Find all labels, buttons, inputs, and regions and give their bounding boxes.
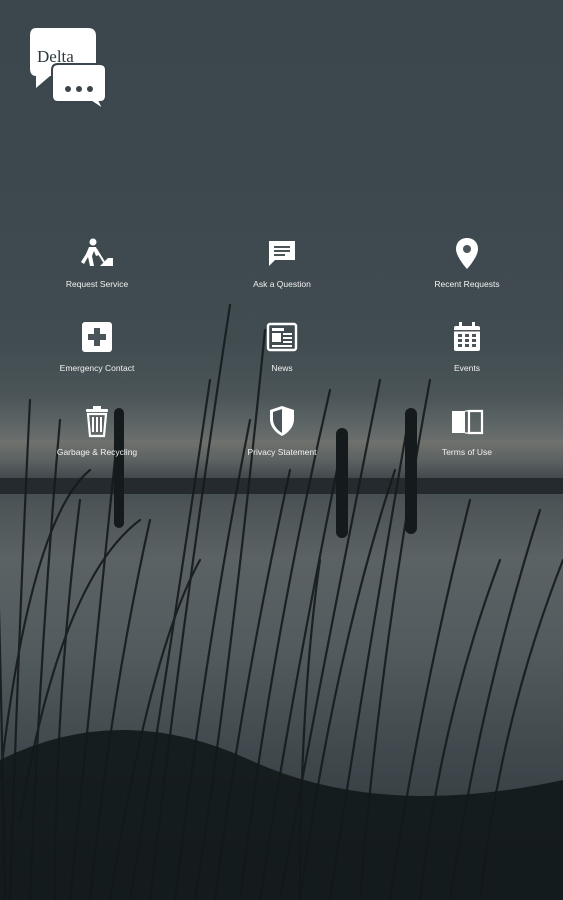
ask-question-button[interactable]: Ask a Question — [202, 236, 362, 289]
events-button[interactable]: Events — [387, 320, 547, 373]
emergency-contact-label: Emergency Contact — [59, 363, 135, 373]
request-service-button[interactable]: Request Service — [17, 236, 177, 289]
terms-of-use-label: Terms of Use — [441, 447, 493, 457]
worker-icon — [81, 238, 113, 266]
garbage-recycling-label: Garbage & Recycling — [56, 447, 138, 457]
events-label: Events — [454, 363, 480, 373]
trash-icon — [86, 406, 108, 438]
first-aid-icon — [82, 322, 112, 352]
garbage-recycling-button[interactable]: Garbage & Recycling — [17, 404, 177, 457]
chat-icon — [269, 241, 295, 266]
terms-of-use-button[interactable]: Terms of Use — [387, 404, 547, 457]
delta-logo: Delta — [30, 28, 107, 110]
news-button[interactable]: News — [202, 320, 362, 373]
newspaper-icon — [266, 322, 298, 352]
ask-question-label: Ask a Question — [253, 279, 311, 289]
location-pin-icon — [456, 238, 478, 269]
privacy-statement-button[interactable]: Privacy Statement — [202, 404, 362, 457]
book-icon — [452, 409, 484, 435]
privacy-statement-label: Privacy Statement — [247, 447, 317, 457]
calendar-icon — [454, 322, 480, 351]
news-label: News — [271, 363, 293, 373]
emergency-contact-button[interactable]: Emergency Contact — [17, 320, 177, 373]
shield-icon — [270, 406, 294, 436]
logo-text: Delta — [37, 47, 74, 66]
recent-requests-label: Recent Requests — [434, 279, 500, 289]
request-service-label: Request Service — [65, 279, 129, 289]
recent-requests-button[interactable]: Recent Requests — [387, 236, 547, 289]
